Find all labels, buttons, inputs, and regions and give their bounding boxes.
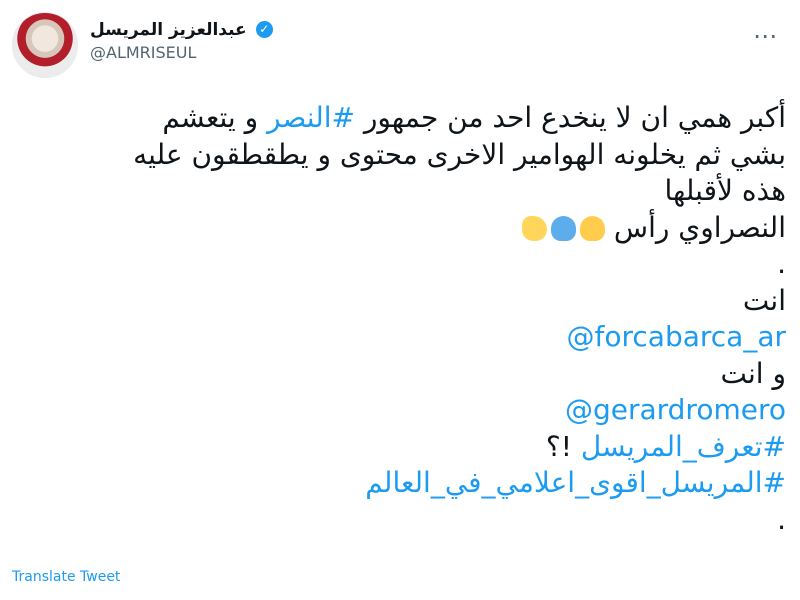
display-name[interactable]: عبدالعزيز المريسل [90,20,247,40]
avatar[interactable] [12,12,78,78]
flexed-biceps-icon [522,216,547,241]
tweet-line: #تعرف_المريسل !؟ [545,429,786,463]
tweet-line: و انت [720,356,787,390]
more-options-icon[interactable]: ⋯ [753,22,777,50]
tweet-line: أكبر همي ان لا ينخدع احد من جمهور #النصر… [162,101,786,134]
mention-link[interactable]: @forcabarca_ar [16,319,787,356]
tweet-line: هذه لأقبلها [664,174,786,207]
blue-heart-icon [551,216,576,241]
hashtag-link[interactable]: #تعرف_المريسل [581,430,786,463]
user-handle[interactable]: @ALMRISEUL [90,43,273,62]
translate-tweet-link[interactable]: Translate Tweet [12,569,120,585]
verified-badge-icon: ✓ [255,21,273,38]
tweet-line: . [777,502,786,536]
yellow-heart-icon [580,216,605,241]
tweet-text: أكبر همي ان لا ينخدع احد من جمهور #النصر… [16,100,786,538]
tweet-line: انت [742,283,786,317]
author-info: عبدالعزيز المريسل ✓ @ALMRISEUL [90,20,273,62]
mention-link[interactable]: @gerardromero [16,392,786,429]
hashtag-link[interactable]: #النصر [267,101,355,134]
hashtag-link[interactable]: #المريسل_اقوى_اعلامي_في_العالم [16,465,786,502]
tweet-line: بشي ثم يخلونه الهوامير الاخرى محتوى و يط… [133,137,786,171]
tweet-line: النصراوي رأس [16,210,786,247]
tweet-line: . [777,247,786,280]
tweet-header: عبدالعزيز المريسل ✓ @ALMRISEUL ⋯ [10,12,790,78]
